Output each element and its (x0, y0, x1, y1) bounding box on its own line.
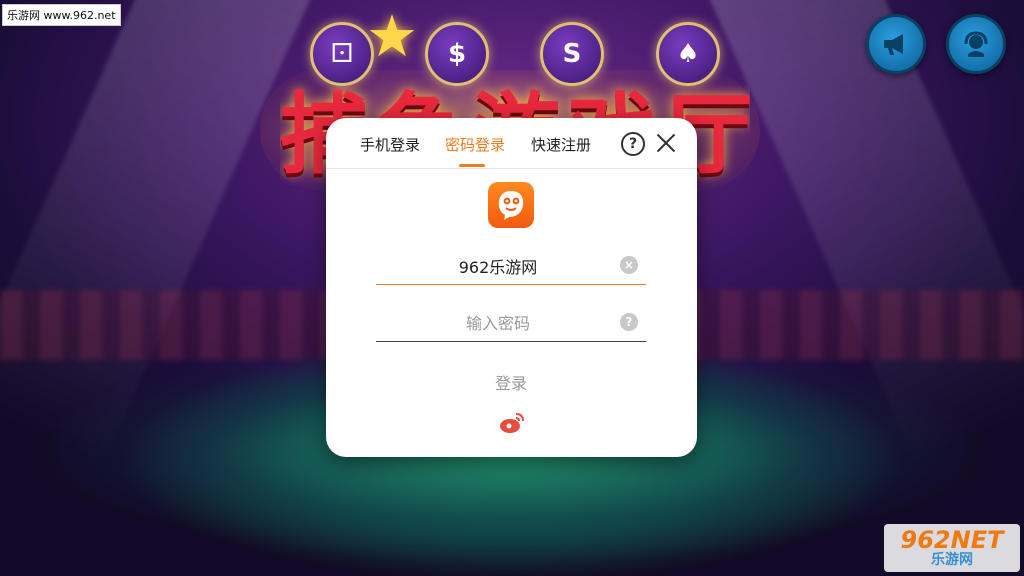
watermark-bottom: 962NET 乐游网 (884, 524, 1020, 572)
cards-icon: ♠ (656, 22, 720, 86)
tab-phone-login[interactable]: 手机登录 (360, 134, 420, 155)
login-button[interactable]: 登录 (476, 369, 546, 393)
login-tabs: 手机登录 密码登录 快速注册 ? (326, 118, 697, 169)
watermark-top: 乐游网 www.962.net (2, 4, 121, 26)
megaphone-button[interactable] (866, 14, 926, 74)
money-bag-icon: $ (425, 22, 489, 86)
close-icon[interactable] (655, 132, 677, 154)
dice-icon: ⚀ (310, 22, 374, 86)
weibo-login-button[interactable] (498, 410, 526, 434)
watermark-number: 962NET (900, 526, 1004, 554)
active-tab-indicator (459, 164, 485, 167)
star-icon: ★ (366, 2, 418, 70)
tab-quick-register[interactable]: 快速注册 (531, 134, 591, 155)
chip-icon: S (540, 22, 604, 86)
watermark-text: 乐游网 (931, 552, 973, 568)
app-logo (488, 182, 534, 228)
password-input[interactable] (376, 305, 620, 341)
login-dialog: 手机登录 密码登录 快速注册 ? × ? 登录 (326, 118, 697, 457)
password-help-icon[interactable]: ? (620, 313, 638, 331)
help-icon[interactable]: ? (621, 132, 645, 156)
support-button[interactable] (946, 14, 1006, 74)
password-field: ? (376, 305, 646, 342)
username-input[interactable] (376, 248, 620, 284)
megaphone-icon (884, 34, 903, 55)
mascot-icon (498, 191, 524, 220)
username-field: × (376, 248, 646, 285)
weibo-icon (500, 413, 524, 433)
tab-password-login[interactable]: 密码登录 (445, 134, 505, 155)
clear-icon[interactable]: × (620, 256, 638, 274)
support-headset-icon (964, 31, 988, 57)
